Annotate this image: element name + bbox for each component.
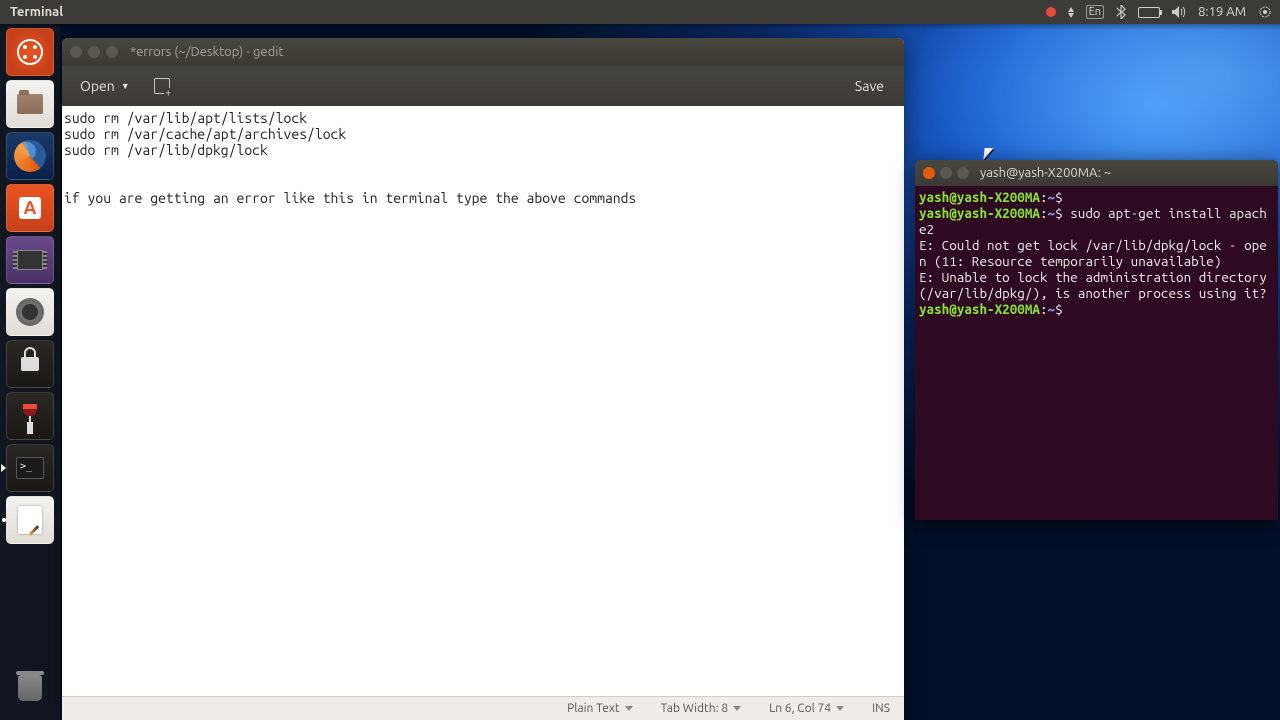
new-tab-icon[interactable] [154, 78, 170, 94]
insert-mode: INS [872, 702, 890, 715]
launcher-software[interactable]: A [6, 184, 54, 232]
network-icon[interactable] [1068, 7, 1074, 18]
window-close-icon[interactable] [923, 167, 935, 179]
gedit-title: *errors (~/Desktop) - gedit [130, 45, 283, 59]
launcher-trash[interactable] [6, 664, 54, 712]
top-panel: Terminal En 8:19 AM [0, 0, 1280, 24]
editor-area[interactable]: sudo rm /var/lib/apt/lists/lock sudo rm … [62, 106, 904, 696]
launcher-lock[interactable] [6, 340, 54, 388]
volume-icon[interactable] [1172, 6, 1186, 18]
terminal-body[interactable]: yash@yash-X200MA:~$ yash@yash-X200MA:~$ … [915, 186, 1278, 520]
active-app-menu[interactable]: Terminal [0, 5, 73, 19]
keyboard-language-icon[interactable]: En [1086, 5, 1104, 19]
clock[interactable]: 8:19 AM [1198, 5, 1246, 19]
terminal-titlebar[interactable]: yash@yash-X200MA: ~ [915, 160, 1278, 186]
launcher-gedit[interactable] [6, 496, 54, 544]
window-maximize-icon[interactable] [957, 167, 969, 179]
launcher-wine[interactable] [6, 392, 54, 440]
open-button[interactable]: Open▼ [72, 74, 138, 98]
cursor-position: Ln 6, Col 74 [769, 702, 844, 715]
battery-icon[interactable] [1138, 7, 1160, 18]
window-minimize-icon[interactable] [88, 46, 100, 58]
gedit-statusbar: Plain Text Tab Width: 8 Ln 6, Col 74 INS [62, 696, 904, 720]
gedit-toolbar: Open▼ Save [62, 66, 904, 106]
launcher-files[interactable] [6, 80, 54, 128]
launcher-firefox[interactable] [6, 132, 54, 180]
window-close-icon[interactable] [70, 46, 82, 58]
syntax-selector[interactable]: Plain Text [567, 702, 633, 715]
launcher-settings[interactable] [6, 288, 54, 336]
launcher-videos[interactable] [6, 236, 54, 284]
screen-recorder-icon[interactable] [1046, 7, 1056, 17]
tab-width-selector[interactable]: Tab Width: 8 [661, 702, 741, 715]
gedit-titlebar[interactable]: *errors (~/Desktop) - gedit [62, 38, 904, 66]
save-button[interactable]: Save [845, 74, 894, 98]
window-maximize-icon[interactable] [106, 46, 118, 58]
launcher-dash[interactable] [6, 28, 54, 76]
bluetooth-icon[interactable] [1116, 5, 1126, 19]
terminal-window: yash@yash-X200MA: ~ yash@yash-X200MA:~$ … [915, 160, 1278, 520]
launcher-terminal[interactable]: >_ [6, 444, 54, 492]
session-icon[interactable] [1258, 5, 1272, 19]
terminal-title: yash@yash-X200MA: ~ [980, 166, 1111, 180]
window-minimize-icon[interactable] [940, 167, 952, 179]
gedit-window: *errors (~/Desktop) - gedit Open▼ Save s… [62, 38, 904, 720]
unity-launcher: A >_ [0, 24, 60, 720]
